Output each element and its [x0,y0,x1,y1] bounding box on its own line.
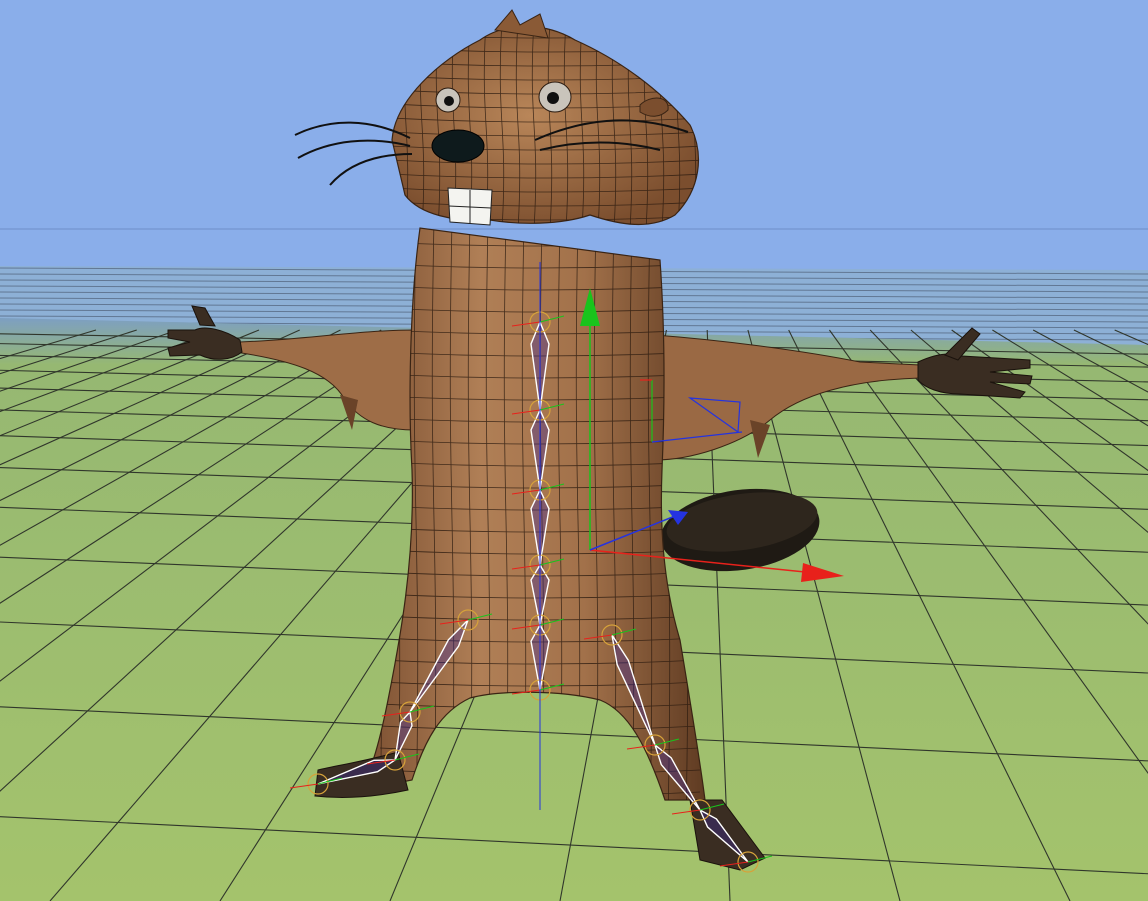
right-eye [538,81,572,113]
left-eye [435,87,461,113]
3d-viewport[interactable] [0,0,1148,901]
teeth [447,187,493,226]
nose [431,129,485,163]
